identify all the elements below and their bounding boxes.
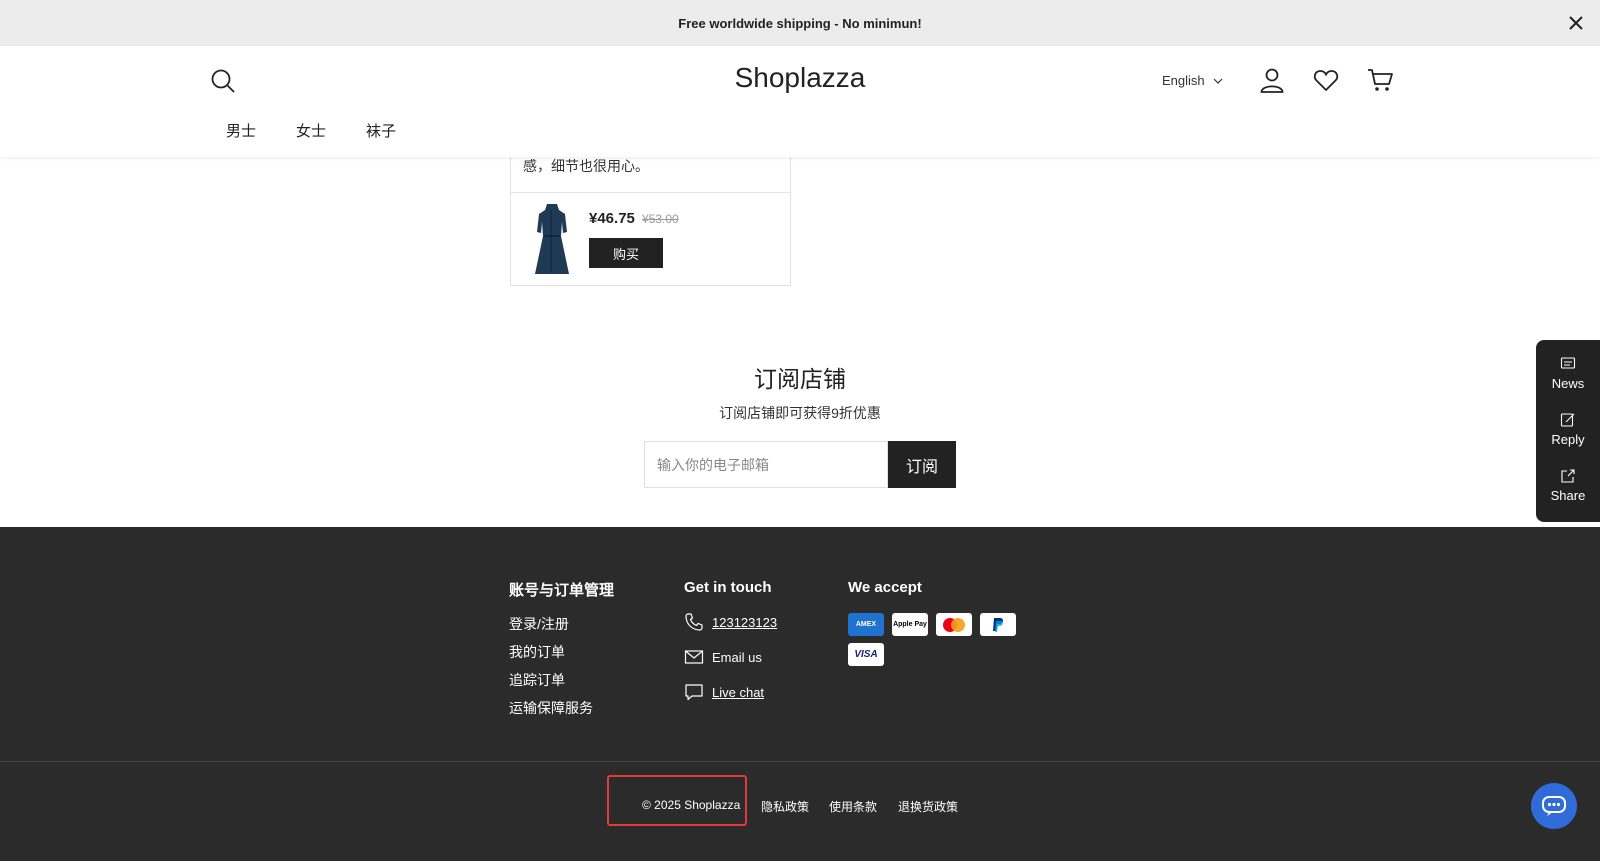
announcement-text: Free worldwide shipping - No minimun! (678, 15, 922, 31)
side-panel: News Reply Share (1536, 340, 1600, 522)
visa-icon: VISA (848, 643, 884, 666)
login-link[interactable]: 登录/注册 (509, 614, 569, 634)
review-text: 感，细节也很用心。 (523, 158, 649, 174)
amex-icon: AMEX (848, 613, 884, 636)
main-nav: 男士 女士 袜子 (226, 120, 396, 141)
side-item-label: News (1551, 376, 1585, 391)
privacy-policy-link[interactable]: 隐私政策 (761, 798, 809, 815)
shipping-protection-link[interactable]: 运输保障服务 (509, 698, 593, 718)
chat-icon (685, 684, 703, 701)
phone-link[interactable]: 123123123 (684, 612, 777, 632)
language-label: English (1162, 73, 1205, 88)
review-card: 感，细节也很用心。 ¥46.75 ¥53.00 购买 (510, 140, 791, 286)
sale-price: ¥46.75 (589, 210, 635, 227)
product-thumbnail[interactable] (529, 202, 575, 276)
phone-icon (685, 613, 703, 631)
copyright-text: © 2025 Shoplazza (642, 798, 741, 812)
subscribe-description: 订阅店铺即可获得9折优惠 (719, 405, 881, 421)
close-icon[interactable] (1566, 13, 1586, 33)
side-item-label: Reply (1551, 432, 1585, 447)
nav-item-socks[interactable]: 袜子 (366, 120, 396, 141)
buy-button[interactable]: 购买 (589, 238, 663, 268)
original-price: ¥53.00 (642, 212, 679, 226)
email-input[interactable] (644, 441, 888, 488)
phone-number: 123123123 (712, 614, 778, 630)
page: Free worldwide shipping - No minimun! Sh… (0, 0, 1600, 861)
live-chat-link[interactable]: Live chat (684, 682, 764, 702)
message-icon (1560, 357, 1576, 369)
my-orders-link[interactable]: 我的订单 (509, 642, 565, 662)
search-icon[interactable] (210, 68, 236, 94)
chat-bubble-icon (1542, 796, 1566, 816)
side-item-label: Share (1550, 488, 1586, 503)
announcement-bar: Free worldwide shipping - No minimun! (0, 0, 1600, 46)
edit-icon (1560, 413, 1575, 427)
divider (511, 192, 790, 193)
track-order-link[interactable]: 追踪订单 (509, 670, 565, 690)
paypal-icon (980, 613, 1016, 636)
side-item-news[interactable]: News (1536, 356, 1600, 391)
nav-item-women[interactable]: 女士 (296, 120, 326, 141)
site-footer: 账号与订单管理 登录/注册 我的订单 追踪订单 运输保障服务 Get in to… (0, 527, 1600, 861)
payments-column-title: We accept (848, 579, 922, 596)
live-chat-label: Live chat (712, 684, 765, 700)
subscribe-title: 订阅店铺 (754, 366, 846, 392)
contact-column-title: Get in touch (684, 579, 772, 596)
footer-divider (0, 761, 1600, 762)
share-icon (1561, 469, 1575, 483)
terms-of-use-link[interactable]: 使用条款 (829, 798, 877, 815)
wishlist-heart-icon[interactable] (1312, 66, 1340, 94)
store-logo[interactable]: Shoplazza (700, 62, 900, 94)
language-selector[interactable]: English (1162, 73, 1223, 88)
apple-pay-icon: Apple Pay (892, 613, 928, 636)
nav-item-men[interactable]: 男士 (226, 120, 256, 141)
side-item-share[interactable]: Share (1536, 468, 1600, 503)
account-icon[interactable] (1258, 66, 1286, 94)
chat-widget-button[interactable] (1531, 783, 1577, 829)
return-policy-link[interactable]: 退换货政策 (898, 798, 958, 815)
side-item-reply[interactable]: Reply (1536, 412, 1600, 447)
mastercard-icon (936, 613, 972, 636)
email-link[interactable]: Email us (684, 647, 762, 667)
subscribe-button[interactable]: 订阅 (888, 441, 956, 488)
account-column-title: 账号与订单管理 (509, 582, 615, 599)
chevron-down-icon (1213, 78, 1223, 84)
cart-icon[interactable] (1366, 66, 1394, 94)
email-label: Email us (712, 649, 762, 665)
site-header: Shoplazza English 男士 女士 袜子 (0, 46, 1600, 157)
envelope-icon (684, 650, 704, 664)
